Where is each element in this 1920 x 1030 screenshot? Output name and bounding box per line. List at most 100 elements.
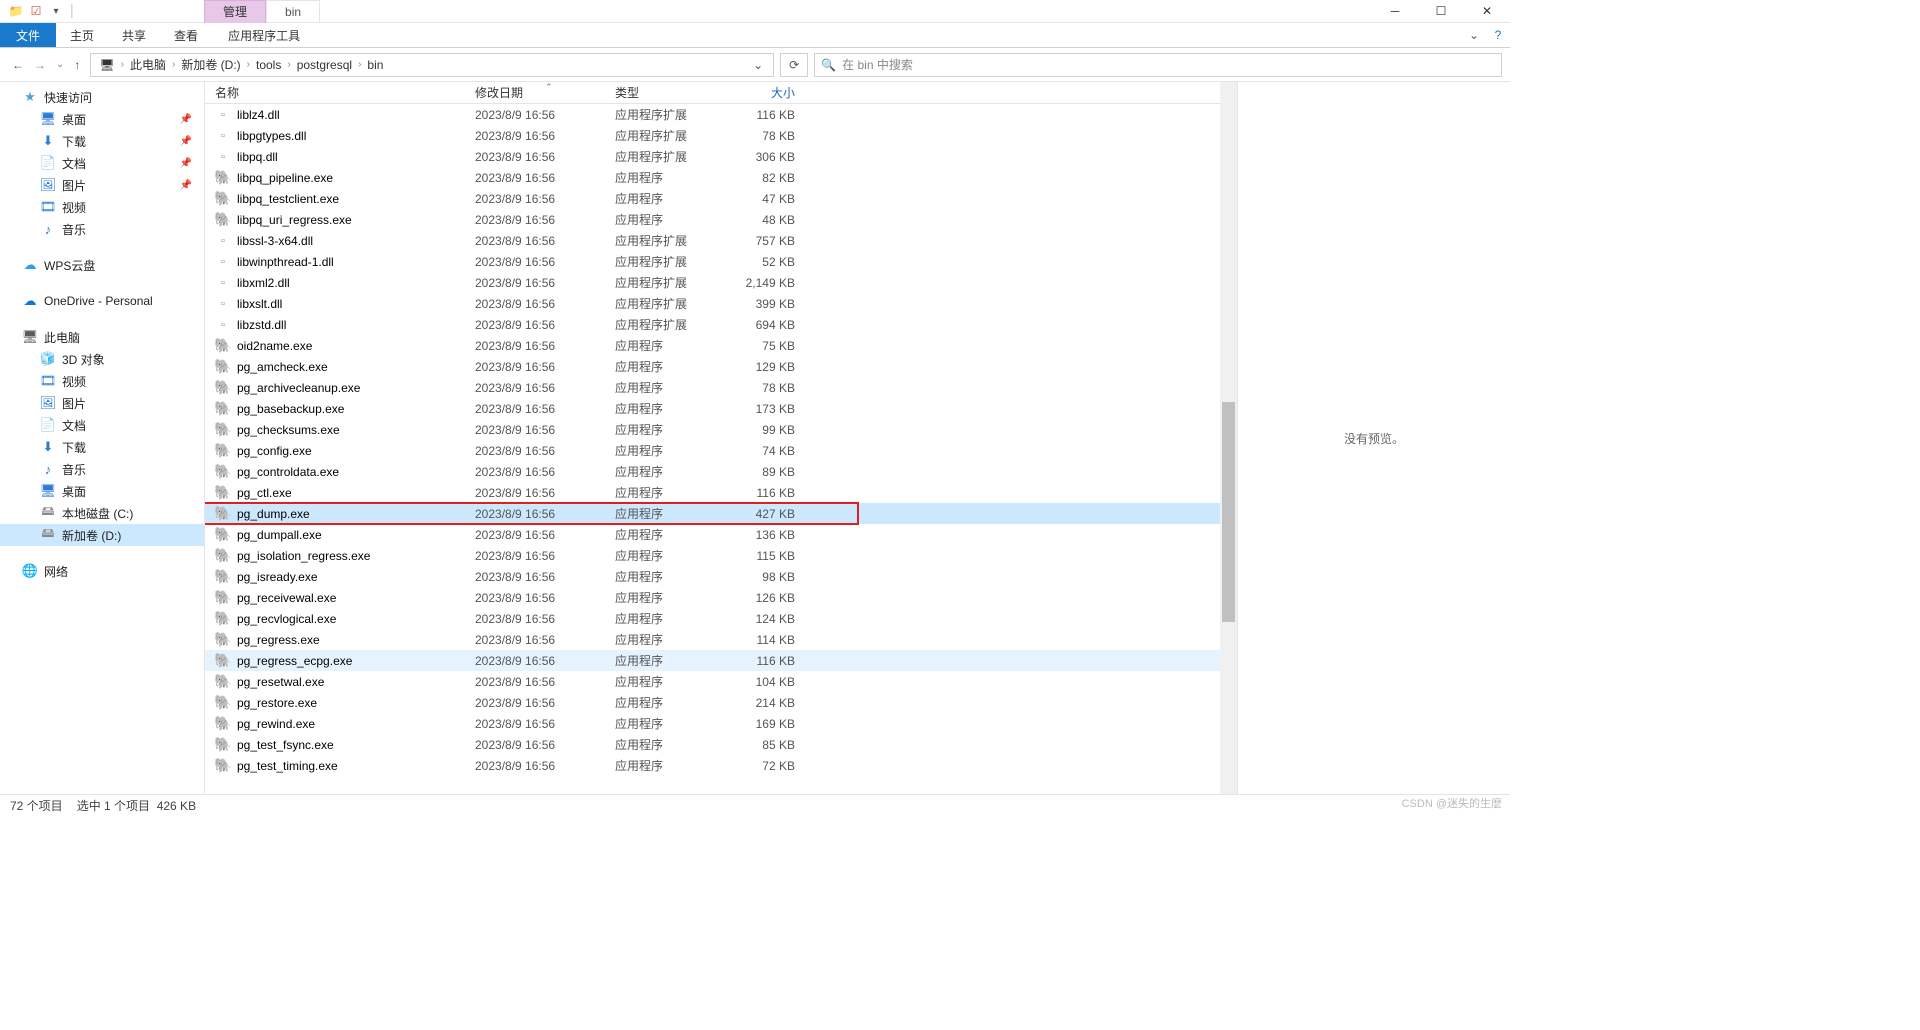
sidebar-pc[interactable]: 🖥此电脑 [0, 326, 204, 348]
file-row[interactable]: ▫libzstd.dll2023/8/9 16:56应用程序扩展694 KB [205, 314, 1220, 335]
up-button[interactable]: ↑ [74, 58, 80, 72]
file-row[interactable]: 🐘pg_resetwal.exe2023/8/9 16:56应用程序104 KB [205, 671, 1220, 692]
col-type[interactable]: 类型 [605, 84, 723, 101]
file-size: 306 KB [723, 150, 805, 164]
disk-icon: 🖴 [40, 527, 56, 543]
sidebar-desktop[interactable]: 🖥桌面📌 [0, 108, 204, 130]
sidebar-quick-access[interactable]: ★快速访问 [0, 86, 204, 108]
sidebar-pics[interactable]: 🖼图片📌 [0, 174, 204, 196]
sidebar-3d[interactable]: 🧊3D 对象 [0, 348, 204, 370]
file-tab[interactable]: 文件 [0, 23, 56, 47]
maximize-button[interactable]: ☐ [1418, 0, 1464, 23]
file-type: 应用程序 [605, 526, 723, 543]
sidebar-download[interactable]: ⬇下载📌 [0, 130, 204, 152]
manage-context-tab[interactable]: 管理 [204, 0, 266, 23]
breadcrumb-pc[interactable]: 此电脑 [126, 56, 170, 73]
apptools-tab[interactable]: 应用程序工具 [214, 23, 314, 47]
ribbon-expand-icon[interactable]: ⌄ [1462, 23, 1486, 47]
sidebar-disk-d[interactable]: 🖴新加卷 (D:) [0, 524, 204, 546]
refresh-button[interactable]: ⟳ [780, 53, 808, 77]
sidebar-music2[interactable]: ♪音乐 [0, 458, 204, 480]
file-row[interactable]: 🐘pg_checksums.exe2023/8/9 16:56应用程序99 KB [205, 419, 1220, 440]
breadcrumb-bin[interactable]: bin [363, 58, 387, 72]
file-row[interactable]: 🐘pg_ctl.exe2023/8/9 16:56应用程序116 KB [205, 482, 1220, 503]
file-row[interactable]: 🐘pg_dump.exe2023/8/9 16:56应用程序427 KB [205, 503, 1220, 524]
close-button[interactable]: ✕ [1464, 0, 1510, 23]
help-icon[interactable]: ? [1486, 23, 1510, 47]
sidebar-item-label: 此电脑 [44, 329, 80, 346]
home-tab[interactable]: 主页 [56, 23, 108, 47]
share-tab[interactable]: 共享 [108, 23, 160, 47]
file-row[interactable]: 🐘pg_rewind.exe2023/8/9 16:56应用程序169 KB [205, 713, 1220, 734]
sidebar-item-label: 文档 [62, 417, 86, 434]
file-row[interactable]: ▫libwinpthread-1.dll2023/8/9 16:56应用程序扩展… [205, 251, 1220, 272]
sidebar-pics2[interactable]: 🖼图片 [0, 392, 204, 414]
file-row[interactable]: 🐘pg_regress.exe2023/8/9 16:56应用程序114 KB [205, 629, 1220, 650]
file-row[interactable]: 🐘oid2name.exe2023/8/9 16:56应用程序75 KB [205, 335, 1220, 356]
file-row[interactable]: ▫libpgtypes.dll2023/8/9 16:56应用程序扩展78 KB [205, 125, 1220, 146]
file-row[interactable]: 🐘pg_archivecleanup.exe2023/8/9 16:56应用程序… [205, 377, 1220, 398]
sidebar-music[interactable]: ♪音乐 [0, 218, 204, 240]
file-row[interactable]: ▫libxslt.dll2023/8/9 16:56应用程序扩展399 KB [205, 293, 1220, 314]
file-row[interactable]: 🐘libpq_uri_regress.exe2023/8/9 16:56应用程序… [205, 209, 1220, 230]
sidebar-wps[interactable]: ☁WPS云盘 [0, 254, 204, 276]
sidebar-onedrive[interactable]: ☁OneDrive - Personal [0, 290, 204, 312]
breadcrumb-tools[interactable]: tools [252, 58, 285, 72]
chevron-right-icon[interactable]: › [358, 59, 361, 70]
file-row[interactable]: 🐘pg_regress_ecpg.exe2023/8/9 16:56应用程序11… [205, 650, 1220, 671]
file-row[interactable]: 🐘pg_test_fsync.exe2023/8/9 16:56应用程序85 K… [205, 734, 1220, 755]
sidebar-video2[interactable]: 🎞视频 [0, 370, 204, 392]
file-row[interactable]: 🐘pg_receivewal.exe2023/8/9 16:56应用程序126 … [205, 587, 1220, 608]
breadcrumb-d[interactable]: 新加卷 (D:) [177, 56, 244, 73]
view-tab[interactable]: 查看 [160, 23, 212, 47]
file-name: pg_test_fsync.exe [237, 738, 334, 752]
sidebar-disk-c[interactable]: 🖴本地磁盘 (C:) [0, 502, 204, 524]
sidebar-download2[interactable]: ⬇下载 [0, 436, 204, 458]
breadcrumb-pg[interactable]: postgresql [293, 58, 356, 72]
sidebar-desktop2[interactable]: 🖥桌面 [0, 480, 204, 502]
file-row[interactable]: 🐘pg_controldata.exe2023/8/9 16:56应用程序89 … [205, 461, 1220, 482]
file-name: pg_restore.exe [237, 696, 317, 710]
file-row[interactable]: 🐘pg_test_timing.exe2023/8/9 16:56应用程序72 … [205, 755, 1220, 776]
exe-icon: 🐘 [215, 212, 231, 228]
file-name: pg_basebackup.exe [237, 402, 344, 416]
sidebar-network[interactable]: 🌐网络 [0, 560, 204, 582]
file-type: 应用程序 [605, 337, 723, 354]
file-row[interactable]: 🐘pg_isready.exe2023/8/9 16:56应用程序98 KB [205, 566, 1220, 587]
scroll-thumb[interactable] [1222, 402, 1235, 622]
qat-checkbox-icon[interactable]: ☑ [28, 3, 44, 19]
file-row[interactable]: 🐘pg_config.exe2023/8/9 16:56应用程序74 KB [205, 440, 1220, 461]
sidebar-docs[interactable]: 📄文档📌 [0, 152, 204, 174]
chevron-right-icon[interactable]: › [247, 59, 250, 70]
file-row[interactable]: 🐘pg_isolation_regress.exe2023/8/9 16:56应… [205, 545, 1220, 566]
vertical-scrollbar[interactable] [1220, 82, 1237, 794]
col-name[interactable]: 名称 [205, 84, 465, 101]
sidebar-docs2[interactable]: 📄文档 [0, 414, 204, 436]
file-row[interactable]: 🐘pg_restore.exe2023/8/9 16:56应用程序214 KB [205, 692, 1220, 713]
file-row[interactable]: ▫libxml2.dll2023/8/9 16:56应用程序扩展2,149 KB [205, 272, 1220, 293]
file-row[interactable]: ▫libpq.dll2023/8/9 16:56应用程序扩展306 KB [205, 146, 1220, 167]
address-dropdown-icon[interactable]: ⌄ [747, 58, 769, 72]
search-box[interactable]: 🔍 在 bin 中搜索 [814, 53, 1502, 77]
file-row[interactable]: 🐘pg_basebackup.exe2023/8/9 16:56应用程序173 … [205, 398, 1220, 419]
forward-button[interactable]: → [34, 58, 46, 72]
chevron-right-icon[interactable]: › [121, 59, 124, 70]
address-bar[interactable]: 🖥 › 此电脑 › 新加卷 (D:) › tools › postgresql … [90, 53, 774, 77]
chevron-right-icon[interactable]: › [287, 59, 290, 70]
file-row[interactable]: ▫liblz4.dll2023/8/9 16:56应用程序扩展116 KB [205, 104, 1220, 125]
qat-dropdown-icon[interactable]: ▾ [48, 3, 64, 19]
file-row[interactable]: ▫libssl-3-x64.dll2023/8/9 16:56应用程序扩展757… [205, 230, 1220, 251]
file-row[interactable]: 🐘pg_recvlogical.exe2023/8/9 16:56应用程序124… [205, 608, 1220, 629]
recent-dropdown-icon[interactable]: ⌄ [56, 59, 64, 70]
file-row[interactable]: 🐘libpq_pipeline.exe2023/8/9 16:56应用程序82 … [205, 167, 1220, 188]
file-row[interactable]: 🐘pg_amcheck.exe2023/8/9 16:56应用程序129 KB [205, 356, 1220, 377]
col-size[interactable]: 大小 [723, 84, 805, 101]
col-date[interactable]: 修改日期 [465, 84, 605, 101]
sidebar-video[interactable]: 🎞视频 [0, 196, 204, 218]
chevron-right-icon[interactable]: › [172, 59, 175, 70]
file-name: pg_amcheck.exe [237, 360, 328, 374]
file-row[interactable]: 🐘libpq_testclient.exe2023/8/9 16:56应用程序4… [205, 188, 1220, 209]
back-button[interactable]: ← [12, 58, 24, 72]
minimize-button[interactable]: ─ [1372, 0, 1418, 23]
file-row[interactable]: 🐘pg_dumpall.exe2023/8/9 16:56应用程序136 KB [205, 524, 1220, 545]
